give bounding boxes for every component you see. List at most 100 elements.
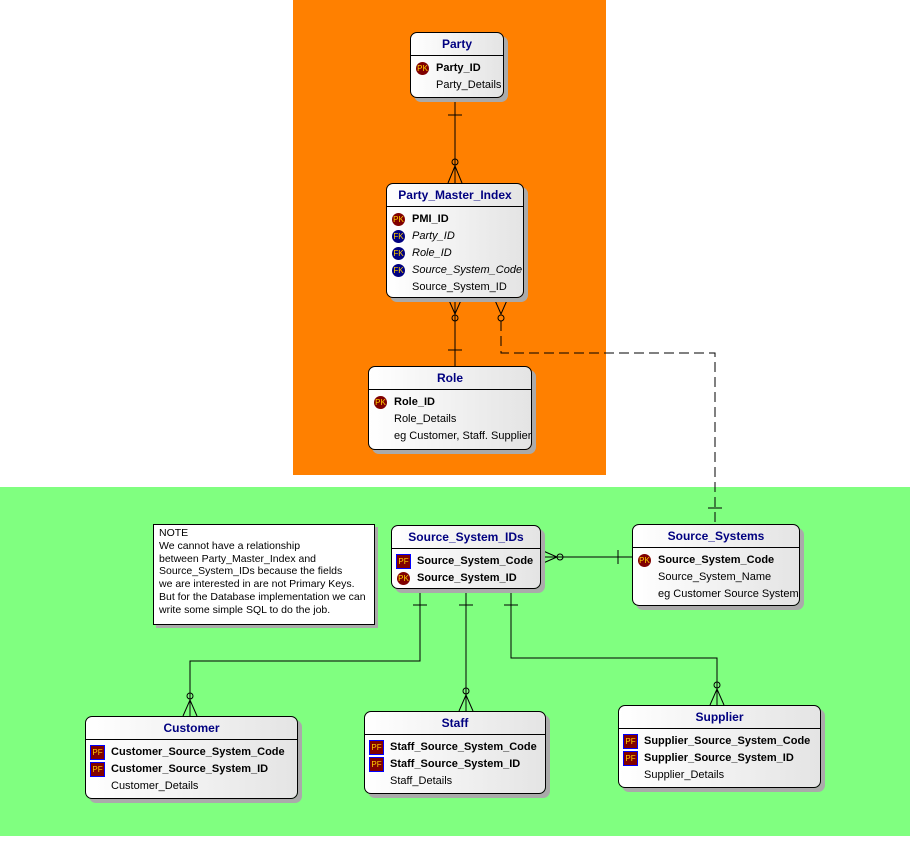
attribute-name: Source_System_ID bbox=[412, 281, 507, 293]
attribute-name: Party_Details bbox=[436, 79, 502, 91]
note-line: between Party_Master_Index and bbox=[159, 552, 317, 565]
attribute-row[interactable]: eg Customer Source System bbox=[633, 586, 799, 603]
attribute-row[interactable]: FK Source_System_Code bbox=[387, 262, 523, 279]
attribute-name: Source_System_Name bbox=[658, 571, 772, 583]
rel-sourcesystems-ssids[interactable] bbox=[540, 549, 632, 565]
attribute-row[interactable]: PF Source_System_Code bbox=[392, 553, 540, 570]
attribute-name: Customer_Source_System_ID bbox=[111, 763, 269, 775]
pf-key-icon: PF bbox=[369, 757, 384, 772]
entity-supplier[interactable]: Supplier PF Supplier_Source_System_Code PF S… bbox=[618, 705, 821, 788]
entity-ss[interactable]: Source_Systems PK Source_System_Code Source… bbox=[632, 524, 800, 606]
attribute-name: Supplier_Details bbox=[644, 769, 725, 781]
rel-party-pmi[interactable] bbox=[447, 98, 463, 184]
entity-title: Party_Master_Index bbox=[387, 184, 523, 207]
attribute-name: Role_ID bbox=[394, 396, 435, 408]
attribute-name: Party_ID bbox=[412, 230, 455, 242]
entity-pmi[interactable]: Party_Master_Index PK PMI_ID FK Party_ID FK Ro… bbox=[386, 183, 524, 298]
attribute-row[interactable]: PF Staff_Source_System_ID bbox=[365, 756, 545, 773]
attribute-name: Customer_Source_System_Code bbox=[111, 746, 285, 758]
entity-title: Staff bbox=[365, 712, 545, 735]
attribute-list: PK Role_ID Role_Detailseg Customer, Staff.… bbox=[369, 390, 531, 445]
pf-key-icon: PF bbox=[396, 554, 411, 569]
attribute-list: PF Staff_Source_System_Code PF Staff_Source… bbox=[365, 735, 545, 790]
attribute-name: Source_System_Code bbox=[412, 264, 523, 276]
attribute-name: eg Customer Source System bbox=[658, 588, 799, 600]
pf-key-icon: PF bbox=[623, 751, 638, 766]
entity-staff[interactable]: Staff PF Staff_Source_System_Code PF Staff_S… bbox=[364, 711, 546, 794]
pk-key-icon: PK bbox=[392, 213, 405, 226]
attribute-name: Source_System_ID bbox=[417, 572, 517, 584]
pf-key-icon: PF bbox=[90, 762, 105, 777]
attribute-name: Supplier_Source_System_ID bbox=[644, 752, 794, 764]
attribute-row[interactable]: PK Role_ID bbox=[369, 394, 531, 411]
attribute-row[interactable]: PF Customer_Source_System_ID bbox=[86, 761, 297, 778]
note-line: But for the Database implementation we c… bbox=[159, 590, 366, 603]
pk-key-icon: PK bbox=[397, 572, 410, 585]
attribute-name: Staff_Source_System_ID bbox=[390, 758, 521, 770]
entity-role[interactable]: Role PK Role_ID Role_Detailseg Customer, St… bbox=[368, 366, 532, 450]
entity-customer[interactable]: Customer PF Customer_Source_System_Code PF C… bbox=[85, 716, 298, 799]
pk-key-icon: PK bbox=[374, 396, 387, 409]
attribute-row[interactable]: PF Supplier_Source_System_ID bbox=[619, 750, 820, 767]
pk-key-icon: PK bbox=[416, 62, 429, 75]
attribute-row[interactable]: PK Source_System_ID bbox=[392, 570, 540, 587]
attribute-row[interactable]: FK Role_ID bbox=[387, 245, 523, 262]
note-line: NOTE bbox=[159, 527, 189, 539]
attribute-row[interactable]: Source_System_ID bbox=[387, 279, 523, 296]
attribute-name: Staff_Source_System_Code bbox=[390, 741, 537, 753]
fk-key-icon: FK bbox=[392, 264, 405, 277]
entity-title: Source_System_IDs bbox=[392, 526, 540, 549]
note-box: NOTE We cannot have a relationship between… bbox=[153, 524, 375, 625]
pk-key-icon: PK bbox=[638, 554, 651, 567]
pf-key-icon: PF bbox=[623, 734, 638, 749]
attribute-list: PF Supplier_Source_System_Code PF Supplier_… bbox=[619, 729, 820, 784]
rel-ssids-staff[interactable] bbox=[458, 589, 474, 712]
attribute-row[interactable]: eg Customer, Staff. Supplier bbox=[369, 428, 531, 445]
attribute-name: Role_Details bbox=[394, 413, 457, 425]
attribute-name: Source_System_Code bbox=[417, 555, 534, 567]
attribute-list: PF Customer_Source_System_Code PF Customer_… bbox=[86, 740, 297, 795]
entity-title: Role bbox=[369, 367, 531, 390]
attribute-name: Customer_Details bbox=[111, 780, 199, 792]
attribute-row[interactable]: PK Source_System_Code bbox=[633, 552, 799, 569]
attribute-row[interactable]: PF Customer_Source_System_Code bbox=[86, 744, 297, 761]
attribute-name: PMI_ID bbox=[412, 213, 449, 225]
attribute-row[interactable]: PK PMI_ID bbox=[387, 211, 523, 228]
note-line: Source_System_IDs because the fields bbox=[159, 565, 343, 578]
fk-key-icon: FK bbox=[392, 247, 405, 260]
attribute-row[interactable]: PF Supplier_Source_System_Code bbox=[619, 733, 820, 750]
attribute-name: Source_System_Code bbox=[658, 554, 775, 566]
attribute-row[interactable]: Supplier_Details bbox=[619, 767, 820, 784]
attribute-list: PK Party_ID Party_Details bbox=[411, 56, 503, 94]
note-line: we are interested in are not Primary Key… bbox=[159, 578, 355, 591]
note-line: write some simple SQL to do the job. bbox=[159, 603, 331, 616]
pf-key-icon: PF bbox=[90, 745, 105, 760]
note-line: We cannot have a relationship bbox=[159, 539, 301, 552]
attribute-row[interactable]: Party_Details bbox=[411, 77, 503, 94]
attribute-name: Party_ID bbox=[436, 62, 481, 74]
attribute-row[interactable]: FK Party_ID bbox=[387, 228, 523, 245]
attribute-name: Supplier_Source_System_Code bbox=[644, 735, 811, 747]
entity-party[interactable]: Party PK Party_ID Party_Details bbox=[410, 32, 504, 98]
entity-title: Source_Systems bbox=[633, 525, 799, 548]
entity-title: Customer bbox=[86, 717, 297, 740]
fk-key-icon: FK bbox=[392, 230, 405, 243]
attribute-name: Role_ID bbox=[412, 247, 452, 259]
attribute-row[interactable]: Staff_Details bbox=[365, 773, 545, 790]
attribute-row[interactable]: Source_System_Name bbox=[633, 569, 799, 586]
rel-role-pmi[interactable] bbox=[447, 297, 463, 366]
attribute-name: eg Customer, Staff. Supplier bbox=[394, 430, 532, 442]
attribute-name: Staff_Details bbox=[390, 775, 453, 787]
entity-title: Supplier bbox=[619, 706, 820, 729]
attribute-row[interactable]: Role_Details bbox=[369, 411, 531, 428]
attribute-list: PF Source_System_Code PK Source_System_ID bbox=[392, 549, 540, 587]
attribute-row[interactable]: PK Party_ID bbox=[411, 60, 503, 77]
rel-ssids-supplier[interactable] bbox=[504, 589, 725, 706]
entity-title: Party bbox=[411, 33, 503, 56]
attribute-row[interactable]: PF Staff_Source_System_Code bbox=[365, 739, 545, 756]
attribute-list: PK Source_System_Code Source_System_Nameeg… bbox=[633, 548, 799, 603]
attribute-list: PK PMI_ID FK Party_ID FK Role_ID FK Source_Syst… bbox=[387, 207, 523, 296]
entity-ssids[interactable]: Source_System_IDs PF Source_System_Code PK S… bbox=[391, 525, 541, 589]
attribute-row[interactable]: Customer_Details bbox=[86, 778, 297, 795]
pf-key-icon: PF bbox=[369, 740, 384, 755]
